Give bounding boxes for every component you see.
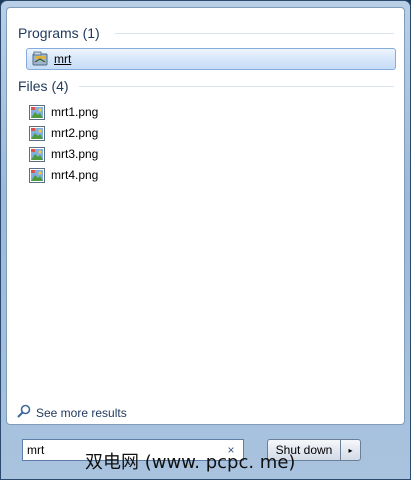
files-group-header[interactable]: Files (4) [18,76,69,96]
search-results-pane: Programs (1) mrt Files (4) mrt1.png mrt2… [6,7,405,425]
file-item-label: mrt1.png [51,105,99,119]
png-image-icon [29,167,45,183]
search-icon [17,404,31,423]
programs-group-header[interactable]: Programs (1) [18,23,100,43]
png-image-icon [29,104,45,120]
see-more-results-label: See more results [36,406,127,420]
shutdown-options-arrow-icon[interactable]: ▸ [340,439,361,461]
program-item-mrt[interactable]: mrt [26,48,396,70]
file-item-label: mrt2.png [51,126,99,140]
program-item-label: mrt [54,52,72,66]
files-header-divider [79,86,394,87]
mrt-app-icon [32,51,48,67]
png-image-icon [29,146,45,162]
see-more-results-link[interactable]: See more results [17,404,127,422]
programs-header-label: Programs (1) [18,25,100,41]
watermark-text: 双电网 (www. pcpc. me) [85,452,296,473]
programs-header-divider [115,33,394,34]
file-item-mrt4[interactable]: mrt4.png [29,165,98,185]
file-item-mrt3[interactable]: mrt3.png [29,144,98,164]
png-image-icon [29,125,45,141]
file-item-label: mrt3.png [51,147,99,161]
file-item-label: mrt4.png [51,168,99,182]
start-menu: Programs (1) mrt Files (4) mrt1.png mrt2… [0,0,411,480]
files-header-label: Files (4) [18,78,69,94]
file-item-mrt1[interactable]: mrt1.png [29,102,98,122]
file-item-mrt2[interactable]: mrt2.png [29,123,98,143]
